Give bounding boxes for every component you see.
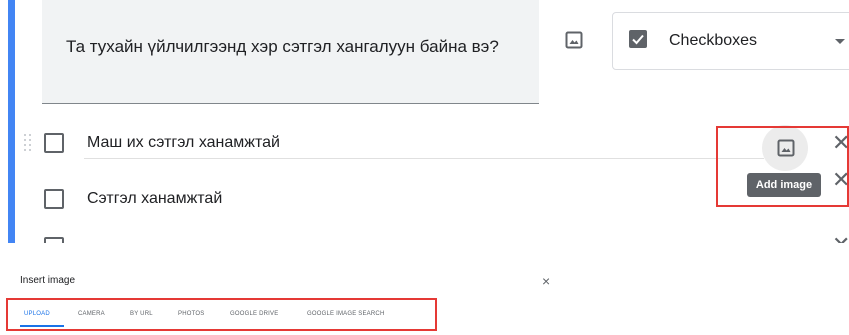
question-title-text: Та тухайн үйлчилгээнд хэр сэтгэл хангалу… bbox=[66, 37, 499, 56]
active-card-accent-bar bbox=[8, 0, 15, 243]
question-type-label: Checkboxes bbox=[669, 32, 758, 49]
highlight-tabs bbox=[6, 298, 437, 331]
add-question-image-icon[interactable] bbox=[565, 31, 585, 51]
caret-down-icon bbox=[835, 39, 845, 44]
option-underline bbox=[84, 158, 764, 159]
question-type-dropdown[interactable]: Checkboxes bbox=[612, 12, 849, 70]
dialog-title: Insert image bbox=[20, 275, 76, 286]
form-question-card: Та тухайн үйлчилгээнд хэр сэтгэл хангалу… bbox=[0, 0, 849, 243]
question-title-field[interactable]: Та тухайн үйлчилгээнд хэр сэтгэл хангалу… bbox=[42, 0, 539, 104]
option-checkbox-icon bbox=[44, 133, 64, 153]
drag-handle-icon[interactable] bbox=[24, 134, 34, 152]
highlight-add-image bbox=[716, 126, 849, 207]
remove-option-close-icon[interactable]: ✕ bbox=[832, 234, 849, 244]
option-checkbox-icon bbox=[44, 189, 64, 209]
checkbox-type-icon bbox=[629, 30, 647, 48]
dialog-close-icon[interactable]: × bbox=[542, 274, 550, 288]
option-label[interactable]: Маш их сэтгэл ханамжтай bbox=[87, 134, 280, 152]
option-label[interactable]: Сэтгэл ханамжтай bbox=[87, 190, 222, 208]
option-checkbox-icon bbox=[44, 237, 64, 243]
